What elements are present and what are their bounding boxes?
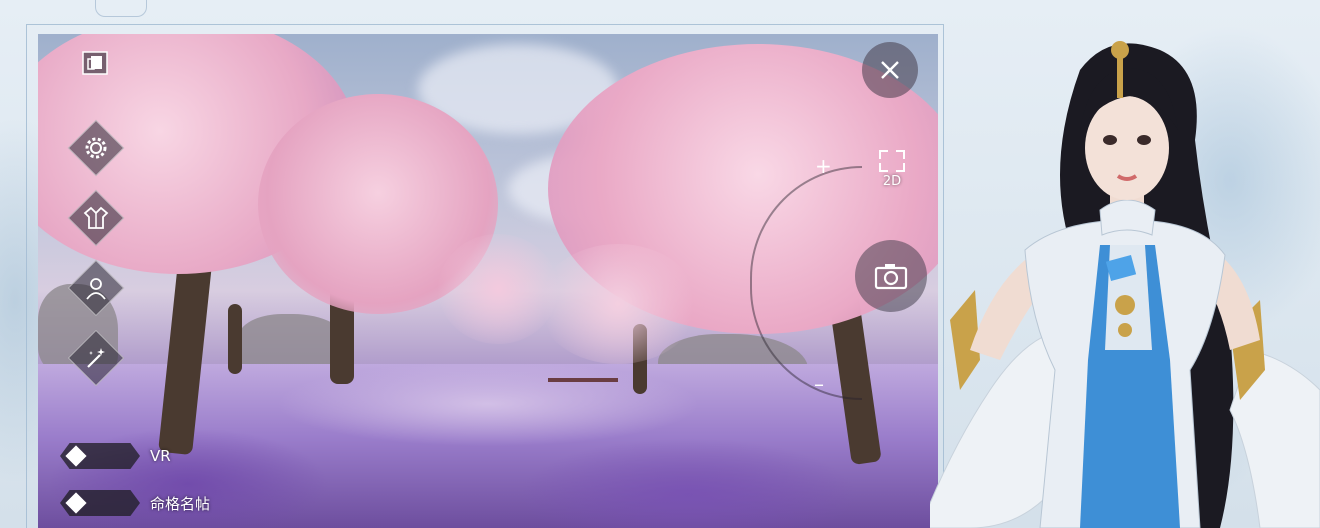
window-button[interactable] — [78, 48, 112, 78]
zoom-in-symbol[interactable]: + — [815, 154, 832, 178]
screenshot-button[interactable] — [855, 240, 927, 312]
distant-bridge — [548, 378, 618, 408]
menu-settings-button[interactable] — [67, 119, 125, 177]
menu-effects-button[interactable] — [67, 329, 125, 387]
toggle-row-vr[interactable]: VR — [60, 443, 171, 469]
close-icon — [881, 61, 899, 79]
robe-icon — [83, 206, 109, 229]
profile-card-toggle-switch[interactable] — [60, 490, 140, 516]
toggle-label: 命格名帖 — [150, 494, 211, 513]
character-portrait — [930, 41, 1320, 528]
window-icon — [82, 51, 108, 75]
view-mode-2d-button[interactable]: 2D — [870, 150, 914, 189]
gear-icon — [85, 137, 107, 159]
cherry-blossom-canopy — [538, 244, 698, 364]
view-mode-label: 2D — [882, 174, 902, 189]
camera-icon — [874, 264, 908, 290]
portrait-icon — [86, 278, 106, 300]
menu-outfit-button[interactable] — [67, 189, 125, 247]
toggle-label: VR — [150, 447, 171, 465]
frame-corners-icon — [879, 150, 905, 172]
vr-toggle-switch[interactable] — [60, 443, 140, 469]
zoom-out-symbol[interactable]: – — [814, 372, 824, 396]
toggle-row-profile[interactable]: 命格名帖 — [60, 490, 210, 516]
close-button[interactable] — [862, 42, 918, 98]
menu-character-button[interactable] — [67, 259, 125, 317]
magic-wand-icon — [87, 348, 105, 368]
tree-trunk — [228, 304, 242, 374]
top-ornament — [95, 0, 147, 17]
